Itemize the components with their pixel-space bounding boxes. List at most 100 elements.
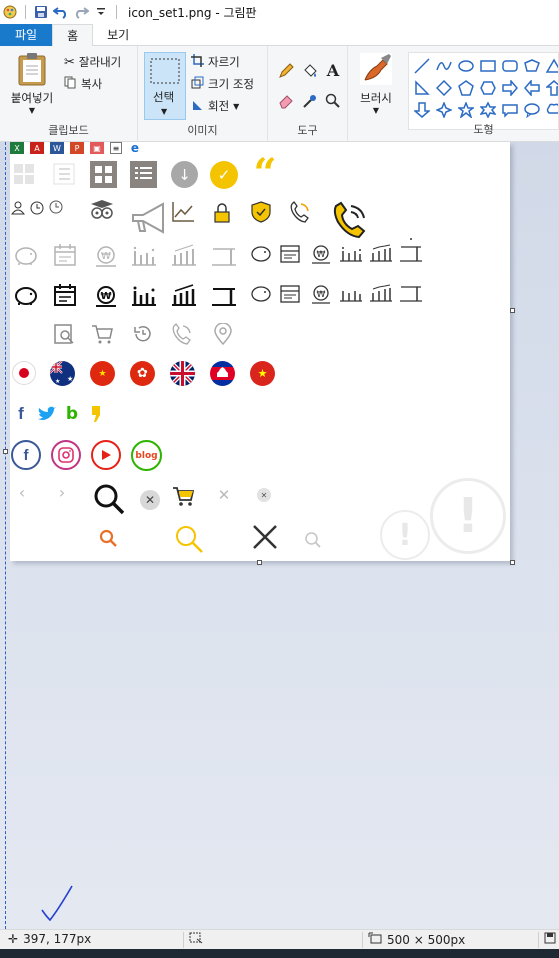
oval-shape-icon[interactable] [456, 56, 476, 76]
image-group-label: 이미지 [187, 124, 218, 137]
taskbar [0, 949, 559, 958]
crop-button[interactable]: 자르기 [191, 54, 240, 70]
brush-icon [360, 53, 392, 85]
chart-bracket-icon [210, 282, 238, 308]
select-button[interactable]: 선택 ▼ [144, 52, 186, 120]
instagram-circle-icon [51, 440, 81, 470]
svg-text:★: ★ [55, 378, 60, 385]
download-circle-icon: ↓ [171, 161, 198, 188]
save-icon[interactable] [33, 4, 49, 20]
eraser-icon[interactable] [277, 92, 295, 110]
piggy-bank-small-icon [248, 242, 274, 264]
title-separator [25, 5, 26, 19]
shopping-cart-yellow-icon [171, 484, 197, 508]
text-file-icon: ≡ [110, 142, 122, 154]
cloud-callout-shape-icon[interactable] [544, 100, 558, 120]
copy-button[interactable]: 복사 [64, 76, 102, 92]
oval-callout-shape-icon[interactable] [522, 100, 542, 120]
resize-button[interactable]: 크기 조정 [191, 76, 254, 92]
calendar-icon [52, 282, 78, 308]
resize-label: 크기 조정 [208, 77, 254, 91]
rounded-callout-shape-icon[interactable] [500, 100, 520, 120]
tools-group: A 도구 [268, 46, 348, 142]
up-arrow-shape-icon[interactable] [544, 78, 558, 98]
facebook-circle-icon: f [11, 440, 41, 470]
kakao-story-icon [88, 404, 104, 424]
magnifier-icon[interactable] [324, 92, 342, 110]
list-view-icon [52, 162, 76, 186]
pentagon-shape-icon[interactable] [456, 78, 476, 98]
right-arrow-shape-icon[interactable] [500, 78, 520, 98]
image-canvas[interactable]: X A W P ▣ ≡ e ↓ ✓ “ ₩ ₩ ₩ ₩ ★ ★ ★ ✿ ★ f … [10, 142, 510, 561]
cut-button[interactable]: ✂ 잘라내기 [64, 54, 121, 70]
won-coin-outline-icon: ₩ [308, 280, 334, 306]
resize-handle-bottom[interactable] [257, 560, 262, 565]
ribbon: 붙여넣기 ▼ ✂ 잘라내기 복사 클립보드 이미지 선택 ▼ 자르기 크기 조정… [0, 46, 559, 142]
history-icon [131, 322, 155, 346]
rounded-rectangle-shape-icon[interactable] [500, 56, 520, 76]
bar-chart-light-icon [130, 242, 158, 268]
clear-circle-icon: ✕ [140, 490, 160, 510]
close-light-icon: ✕ [217, 486, 231, 504]
china-flag-icon: ★ [90, 361, 115, 386]
uk-flag-icon [170, 361, 195, 386]
customize-dropdown-icon[interactable] [93, 4, 109, 20]
tab-view[interactable]: 보기 [93, 24, 143, 46]
status-separator [183, 932, 184, 948]
image-size-icon [368, 932, 382, 947]
four-point-star-shape-icon[interactable] [434, 100, 454, 120]
user-icon [10, 200, 26, 216]
image-file-icon: ▣ [90, 142, 104, 154]
close-large-icon [250, 522, 280, 552]
triangle-shape-icon[interactable] [544, 56, 558, 76]
color-picker-icon[interactable] [301, 92, 319, 110]
undo-icon[interactable] [53, 4, 69, 20]
phone-call-gray-icon [170, 322, 194, 346]
five-point-star-shape-icon[interactable] [456, 100, 476, 120]
bar-chart-icon [130, 282, 158, 308]
tab-home[interactable]: 홈 [52, 24, 94, 47]
japan-flag-icon [12, 361, 36, 385]
lock-icon [212, 202, 232, 224]
chevron-down-icon: ▼ [372, 106, 380, 115]
right-triangle-shape-icon[interactable] [412, 78, 432, 98]
resize-handle-right[interactable] [510, 308, 515, 313]
clock-icon [29, 200, 45, 216]
down-arrow-shape-icon[interactable] [412, 100, 432, 120]
polygon-shape-icon[interactable] [522, 56, 542, 76]
line-shape-icon[interactable] [412, 56, 432, 76]
curve-shape-icon[interactable] [434, 56, 454, 76]
tab-file[interactable]: 파일 [0, 24, 53, 46]
pencil-icon[interactable] [277, 62, 295, 80]
redo-icon[interactable] [73, 4, 89, 20]
disk-size [544, 932, 556, 947]
pdf-file-icon: A [30, 142, 44, 154]
paste-button[interactable]: 붙여넣기 ▼ [6, 52, 58, 115]
quote-mark-icon: “ [253, 150, 277, 197]
chevron-down-icon: ▼ [161, 107, 168, 116]
diamond-shape-icon[interactable] [434, 78, 454, 98]
selection-guide-line [5, 142, 6, 929]
fill-bucket-icon[interactable] [301, 62, 319, 80]
document-search-icon [52, 322, 76, 346]
save-icon [544, 932, 556, 947]
rectangle-shape-icon[interactable] [478, 56, 498, 76]
window-title: icon_set1.png - 그림판 [128, 5, 257, 20]
hexagon-shape-icon[interactable] [478, 78, 498, 98]
chart-bracket-light-icon [210, 242, 238, 268]
student-owl-icon [88, 198, 116, 222]
paint-app-icon[interactable] [2, 4, 18, 20]
search-orange-icon [98, 528, 118, 548]
six-point-star-shape-icon[interactable] [478, 100, 498, 120]
brush-button[interactable]: 브러시 ▼ [354, 52, 398, 115]
twitter-icon [36, 404, 58, 424]
rotate-button[interactable]: 회전 ▼ [191, 98, 239, 114]
left-arrow-shape-icon[interactable] [522, 78, 542, 98]
selection-handle-left[interactable] [3, 449, 8, 454]
calendar-small-icon [278, 242, 302, 264]
image-size-text: 500 × 500px [387, 932, 466, 947]
resize-handle-corner[interactable] [510, 560, 515, 565]
clock-small-icon [48, 199, 64, 215]
powerpoint-file-icon: P [70, 142, 84, 154]
text-tool-icon[interactable]: A [324, 61, 342, 80]
